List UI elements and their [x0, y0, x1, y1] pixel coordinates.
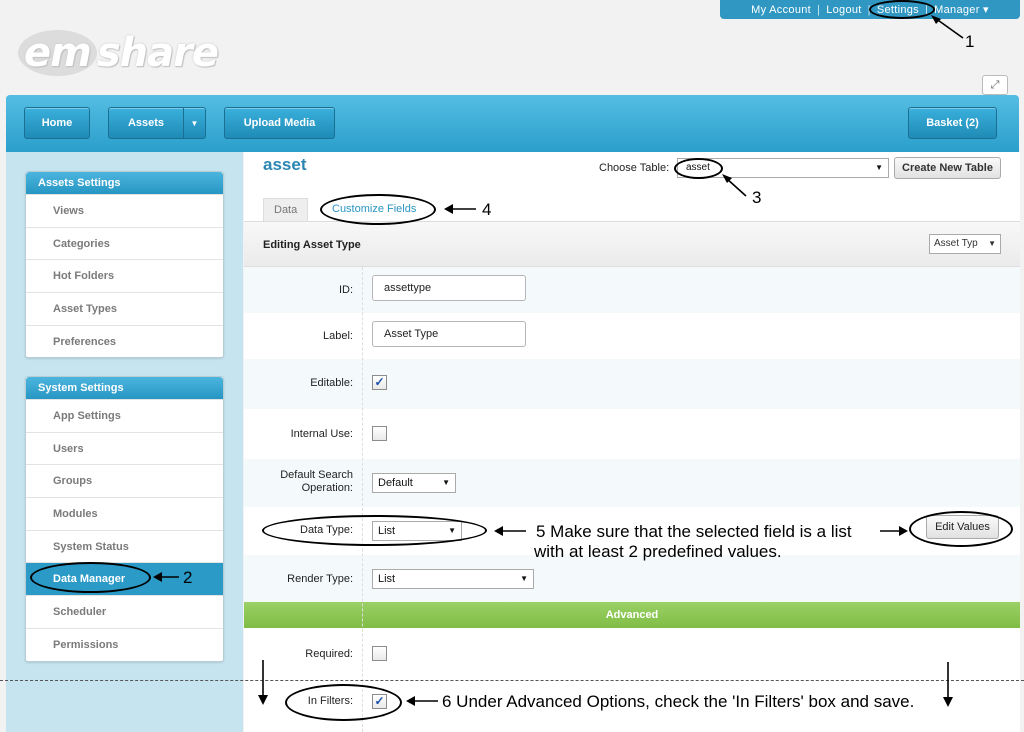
logo-em: em [18, 30, 97, 76]
annotation-number-2: 2 [183, 568, 193, 587]
chevron-down-icon: ▼ [875, 163, 883, 172]
field-label: Internal Use: [290, 428, 353, 440]
annotation-number-1: 1 [965, 32, 975, 51]
separator: | [817, 3, 821, 16]
section-header: Editing Asset Type Asset Typ ▼ [244, 221, 1020, 267]
annotation-arrow-5b [880, 526, 908, 536]
my-account-link[interactable]: My Account [751, 4, 811, 16]
basket-label: Basket (2) [926, 117, 979, 129]
tab-data[interactable]: Data [263, 198, 309, 221]
upload-media-button[interactable]: Upload Media [224, 107, 335, 139]
create-new-table-button[interactable]: Create New Table [894, 157, 1001, 179]
sidebar-item-hot-folders[interactable]: Hot Folders [26, 259, 223, 292]
section-title: Editing Asset Type [263, 239, 361, 251]
field-row-required: Required: [244, 628, 1020, 680]
annotation-arrow-6 [406, 696, 438, 706]
field-row-id: ID: assettype [244, 267, 1020, 313]
assets-button[interactable]: Assets ▼ [108, 107, 206, 139]
sidebar-item-permissions[interactable]: Permissions [26, 627, 223, 661]
sidebar-item-views[interactable]: Views [26, 194, 223, 227]
tear-line [0, 680, 1024, 681]
main-navbar: Home Assets ▼ Upload Media Basket (2) [6, 95, 1019, 152]
logo-share: share [96, 30, 219, 76]
choose-table-label: Choose Table: [599, 162, 670, 174]
emshare-logo[interactable]: em share [18, 30, 219, 76]
field-label: Editable: [310, 377, 353, 389]
annotation-ellipse [909, 511, 1013, 547]
annotation-down-arrow-left [258, 660, 268, 705]
chevron-down-icon: ▼ [988, 235, 996, 253]
field-label: Render Type: [287, 573, 353, 585]
annotation-ellipse [674, 158, 723, 179]
required-checkbox[interactable] [372, 646, 387, 661]
field-row-editable: Editable: ✓ [244, 359, 1020, 409]
column-divider [362, 267, 363, 732]
annotation-step-6: 6 Under Advanced Options, check the 'In … [442, 692, 915, 711]
annotation-number-4: 4 [482, 200, 492, 219]
field-row-render-type: Render Type: List ▼ [244, 555, 1020, 602]
chevron-down-icon[interactable]: ▼ [183, 108, 205, 138]
logout-link[interactable]: Logout [826, 4, 861, 16]
default-search-select[interactable]: Default ▼ [372, 473, 456, 493]
sidebar-item-groups[interactable]: Groups [26, 464, 223, 497]
expand-icon[interactable]: ⤢ [982, 75, 1008, 95]
asset-type-select-value: Asset Typ [934, 238, 978, 249]
annotation-ellipse [30, 562, 151, 593]
editable-checkbox[interactable]: ✓ [372, 375, 387, 390]
sidebar-item-categories[interactable]: Categories [26, 226, 223, 260]
field-row-internal-use: Internal Use: [244, 409, 1020, 459]
annotation-ellipse [262, 515, 487, 546]
sidebar-item-users[interactable]: Users [26, 431, 223, 465]
field-row-default-search: Default Search Operation: Default ▼ [244, 459, 1020, 507]
annotation-arrow-4 [444, 204, 476, 214]
sidebar-item-scheduler[interactable]: Scheduler [26, 595, 223, 628]
sidebar-item-asset-types[interactable]: Asset Types [26, 292, 223, 325]
annotation-step-5: 5 Make sure that the selected field is a… [536, 522, 852, 541]
assets-settings-title: Assets Settings [26, 172, 223, 194]
basket-button[interactable]: Basket (2) [908, 107, 997, 139]
annotation-arrow-1 [931, 15, 964, 39]
annotation-number-3: 3 [752, 188, 762, 207]
chevron-down-icon: ▼ [442, 478, 450, 487]
assets-settings-panel: Assets Settings Views Categories Hot Fol… [25, 171, 224, 359]
system-settings-panel: System Settings App Settings Users Group… [25, 376, 224, 662]
chevron-down-icon: ▼ [520, 574, 528, 583]
annotation-arrow-5 [494, 526, 526, 536]
home-label: Home [41, 117, 73, 129]
annotation-step-5-cont: with at least 2 predefined values. [534, 542, 782, 561]
field-label: ID: [338, 284, 353, 296]
sidebar-item-preferences[interactable]: Preferences [26, 324, 223, 358]
label-input[interactable]: Asset Type [372, 321, 526, 347]
annotation-down-arrow-right [943, 662, 953, 707]
upload-label: Upload Media [243, 117, 316, 129]
internal-use-checkbox[interactable] [372, 426, 387, 441]
annotation-ellipse [285, 684, 402, 721]
sidebar-item-modules[interactable]: Modules [26, 497, 223, 530]
advanced-section-header[interactable]: Advanced [244, 602, 1020, 628]
main-content: asset Choose Table: asset ▼ Create New Ta… [244, 152, 1020, 732]
asset-type-select[interactable]: Asset Typ ▼ [929, 234, 1001, 254]
assets-label: Assets [127, 117, 165, 129]
annotation-ellipse [320, 194, 436, 225]
sidebar-item-app-settings[interactable]: App Settings [26, 399, 223, 432]
field-label: Label: [323, 330, 353, 342]
field-label: Default Search Operation: [280, 469, 353, 494]
annotation-arrow-3 [722, 174, 747, 197]
home-button[interactable]: Home [24, 107, 90, 139]
annotation-arrow-2 [153, 572, 179, 582]
sidebar-item-system-status[interactable]: System Status [26, 529, 223, 563]
default-search-value: Default [378, 477, 413, 489]
system-settings-title: System Settings [26, 377, 223, 399]
page-title: asset [263, 155, 307, 174]
render-type-value: List [378, 573, 396, 585]
field-row-label: Label: Asset Type [244, 313, 1020, 359]
render-type-select[interactable]: List ▼ [372, 569, 534, 589]
id-input[interactable]: assettype [372, 275, 526, 301]
